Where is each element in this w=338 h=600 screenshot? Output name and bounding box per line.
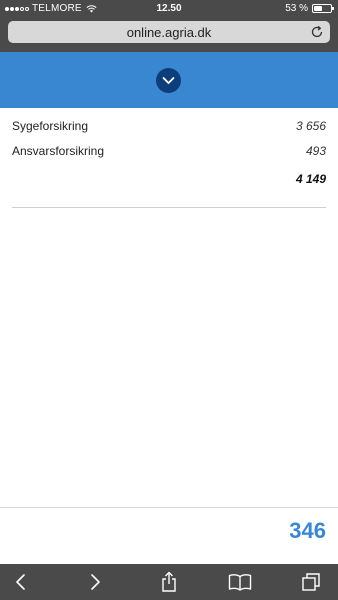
browser-toolbar: [0, 564, 338, 600]
footer-divider: [0, 507, 338, 508]
tabs-button[interactable]: [300, 571, 322, 593]
list-item: Sygeforsikring 3 656: [12, 119, 326, 137]
reload-icon[interactable]: [310, 25, 324, 39]
share-icon: [162, 571, 176, 592]
back-icon: [16, 574, 25, 590]
status-right: 53 %: [285, 3, 334, 14]
status-bar: TELMORE 12.50 53 %: [0, 0, 338, 18]
expand-button[interactable]: [156, 68, 181, 93]
divider: [12, 207, 326, 208]
row-value: 493: [305, 144, 326, 158]
battery-percentage: 53 %: [285, 3, 308, 14]
bookmarks-icon: [228, 574, 252, 591]
address-bar[interactable]: online.agria.dk: [8, 21, 330, 43]
header-banner: [0, 52, 338, 108]
row-label: Sygeforsikring: [12, 119, 89, 133]
bookmarks-button[interactable]: [227, 571, 253, 593]
battery-icon: [312, 4, 334, 13]
forward-button[interactable]: [84, 571, 106, 593]
browser-chrome-top: TELMORE 12.50 53 % online.agria.dk: [0, 0, 338, 52]
tabs-icon: [302, 573, 320, 591]
chevron-down-icon: [162, 77, 175, 84]
row-label: Ansvarsforsikring: [12, 144, 105, 158]
battery-level: [314, 6, 323, 11]
share-button[interactable]: [158, 571, 180, 593]
total-row: 4 149: [12, 172, 326, 190]
total-value: 4 149: [295, 172, 326, 186]
back-button[interactable]: [10, 571, 32, 593]
footer-amount: 346: [289, 518, 326, 543]
forward-icon: [91, 574, 100, 590]
url-text[interactable]: online.agria.dk: [8, 25, 330, 40]
row-value: 3 656: [295, 119, 326, 133]
list-item: Ansvarsforsikring 493: [12, 144, 326, 162]
